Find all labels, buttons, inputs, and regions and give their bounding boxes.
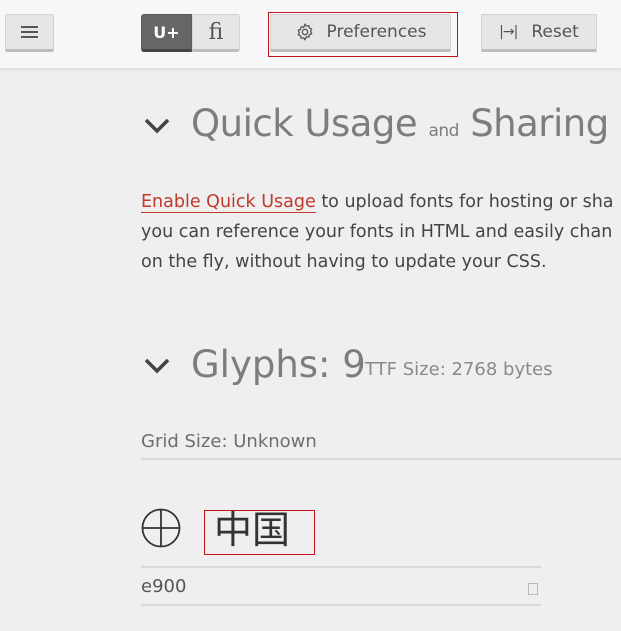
glyph-preview-box (528, 583, 538, 595)
unicode-toggle-button[interactable]: U+ (141, 14, 192, 52)
description-line-1-rest: to upload fonts for hosting or sha (315, 192, 614, 212)
hamburger-icon (21, 26, 38, 38)
glyph-name-field[interactable]: 中国 (214, 506, 290, 554)
gear-icon (297, 23, 312, 41)
chevron-down-icon[interactable] (143, 116, 173, 136)
ligature-toggle-button[interactable]: fi (192, 14, 240, 52)
top-toolbar: U+ fi Preferences |→| Reset (0, 0, 621, 69)
circle-plus-icon[interactable] (141, 508, 181, 548)
reset-button[interactable]: |→| Reset (481, 14, 597, 52)
grid-size-label: Grid Size: Unknown (141, 431, 317, 452)
description-line-1: Enable Quick Usage to upload fonts for h… (141, 187, 621, 217)
reset-label[interactable]: Reset (531, 22, 579, 42)
glyphs-count: 9 (342, 343, 366, 386)
glyphs-title-label: Glyphs: (191, 343, 331, 386)
glyphs-title[interactable]: Glyphs: 9 (191, 343, 366, 386)
ttf-size: TTF Size: 2768 bytes (365, 359, 553, 380)
code-divider-bottom (141, 604, 541, 606)
preferences-button[interactable]: Preferences (270, 14, 451, 52)
quick-usage-title[interactable]: Quick Usage and Sharing (191, 102, 609, 145)
preferences-label: Preferences (326, 22, 427, 42)
quick-usage-title-part1: Quick Usage (191, 102, 418, 145)
description-line-2: you can reference your fonts in HTML and… (141, 222, 613, 242)
chevron-down-icon[interactable] (143, 356, 173, 376)
menu-button[interactable] (5, 14, 54, 52)
quick-usage-title-part2: Sharing (470, 102, 609, 145)
code-divider-top (141, 566, 541, 568)
grid-divider (141, 458, 621, 460)
enable-quick-usage-link[interactable]: Enable Quick Usage (141, 192, 316, 213)
glyph-code[interactable]: e900 (141, 576, 186, 597)
description-line-3: on the fly, without having to update you… (141, 252, 547, 272)
quick-usage-description: Enable Quick Usage to upload fonts for h… (141, 187, 621, 277)
reset-icon: |→| (499, 24, 518, 40)
quick-usage-title-and: and (428, 121, 459, 141)
